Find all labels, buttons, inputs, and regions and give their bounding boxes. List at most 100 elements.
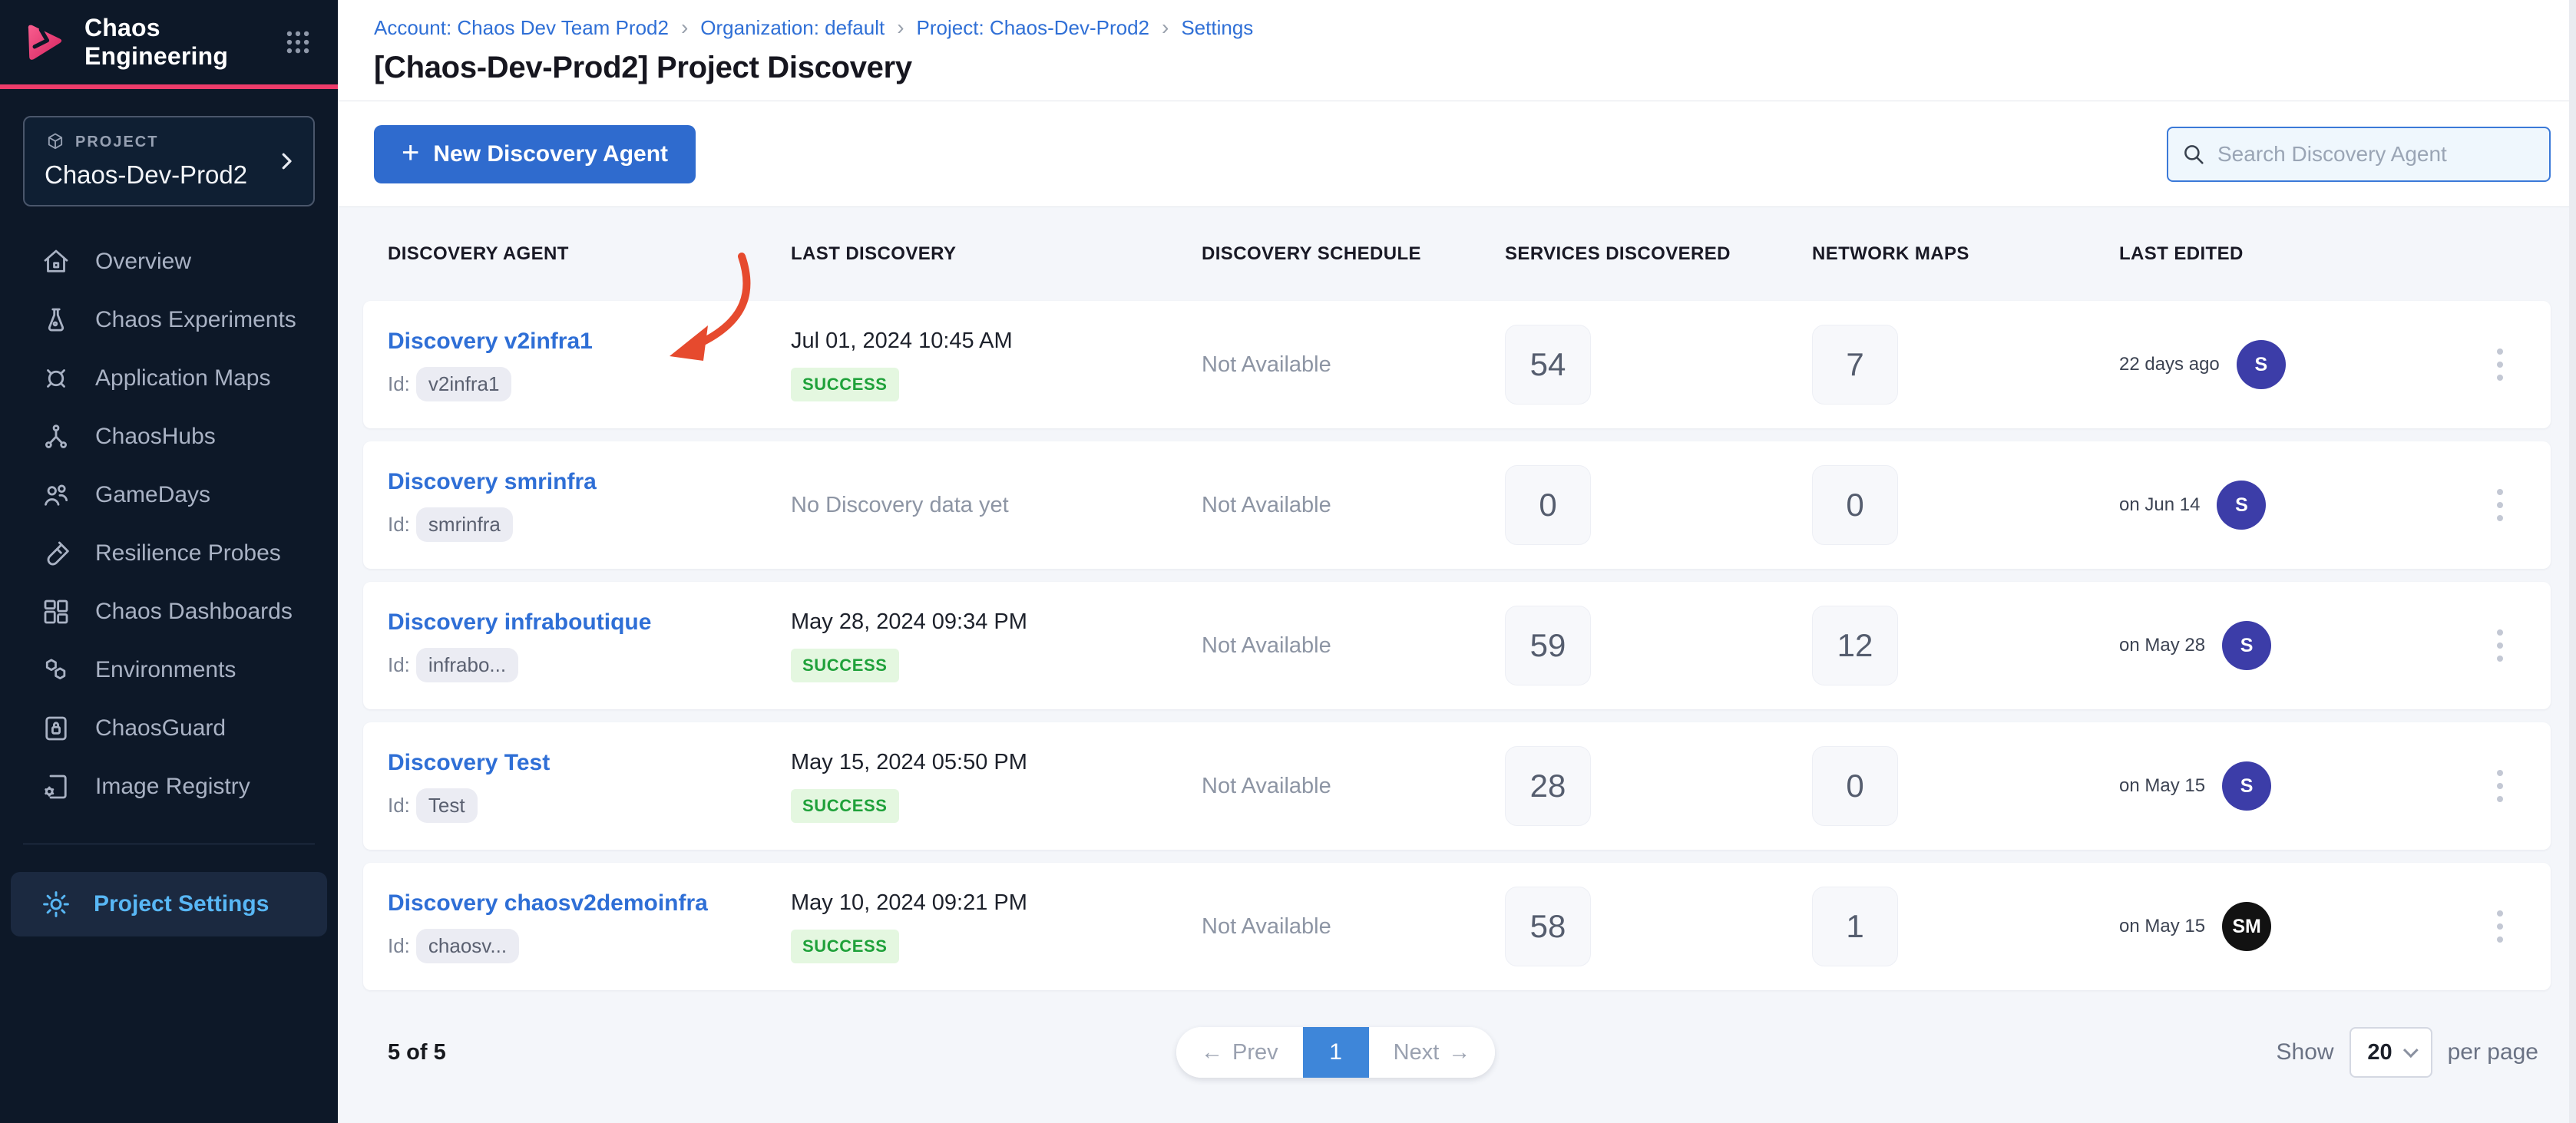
sidebar-item-label: Overview: [95, 249, 191, 275]
project-selector[interactable]: PROJECT Chaos-Dev-Prod2: [23, 116, 315, 206]
services-discovered-count: 54: [1505, 325, 1591, 405]
agent-name-link[interactable]: Discovery v2infra1: [388, 329, 791, 355]
search-input[interactable]: [2167, 127, 2551, 182]
sidebar-item-image-registry[interactable]: Image Registry: [0, 758, 338, 816]
scrollbar-track[interactable]: [2569, 0, 2576, 1123]
page-size-value: 20: [2367, 1040, 2392, 1065]
agent-id-label: Id:: [388, 934, 410, 958]
sidebar-item-gamedays[interactable]: GameDays: [0, 466, 338, 524]
avatar[interactable]: SM: [2222, 902, 2271, 951]
sidebar-item-label: Environments: [95, 657, 236, 683]
last-discovery-date: Jul 01, 2024 10:45 AM: [791, 329, 1202, 354]
agent-name-link[interactable]: Discovery chaosv2demoinfra: [388, 890, 791, 917]
project-name: Chaos-Dev-Prod2: [45, 160, 267, 190]
breadcrumb-link[interactable]: Settings: [1181, 16, 1253, 40]
sidebar-item-application-maps[interactable]: Application Maps: [0, 349, 338, 408]
agent-id-chip: infrabo...: [416, 648, 518, 682]
sidebar-item-project-settings[interactable]: Project Settings: [11, 872, 327, 936]
prev-label: Prev: [1232, 1040, 1278, 1065]
agent-id-label: Id:: [388, 372, 410, 396]
sidebar-item-label: Resilience Probes: [95, 540, 281, 566]
sidebar-nav: Overview Chaos Experiments Application M…: [0, 233, 338, 816]
registry-icon: [40, 771, 72, 803]
toolbar: + New Discovery Agent: [338, 101, 2576, 207]
pager: ← Prev 1 Next →: [1176, 1027, 1495, 1078]
agent-name-link[interactable]: Discovery smrinfra: [388, 469, 791, 495]
status-badge: SUCCESS: [791, 368, 899, 401]
discovery-schedule: Not Available: [1202, 633, 1505, 659]
column-header: SERVICES DISCOVERED: [1505, 243, 1812, 265]
last-discovery-date: May 15, 2024 05:50 PM: [791, 750, 1202, 775]
discovery-schedule: Not Available: [1202, 914, 1505, 940]
services-discovered-count: 59: [1505, 606, 1591, 685]
last-discovery-date: May 10, 2024 09:21 PM: [791, 890, 1202, 916]
breadcrumb-link[interactable]: Project: Chaos-Dev-Prod2: [917, 16, 1149, 40]
probe-icon: [40, 537, 72, 570]
sidebar-item-label: Project Settings: [94, 891, 269, 917]
column-header: LAST EDITED: [2119, 243, 2489, 265]
main-content: Account: Chaos Dev Team Prod2›Organizati…: [338, 0, 2576, 1123]
sidebar-item-overview[interactable]: Overview: [0, 233, 338, 291]
breadcrumb-link[interactable]: Account: Chaos Dev Team Prod2: [374, 16, 669, 40]
discovery-schedule: Not Available: [1202, 352, 1505, 378]
hexagons-icon: [40, 654, 72, 686]
home-icon: [40, 246, 72, 278]
row-menu-button[interactable]: [2489, 481, 2551, 529]
row-menu-button[interactable]: [2489, 341, 2551, 388]
harness-logo-icon: [23, 21, 66, 64]
sidebar-item-label: Image Registry: [95, 774, 250, 800]
avatar[interactable]: S: [2237, 340, 2286, 389]
gear-icon: [40, 888, 72, 920]
page-number-button[interactable]: 1: [1303, 1027, 1369, 1078]
no-discovery-text: No Discovery data yet: [791, 493, 1202, 518]
new-discovery-agent-label: New Discovery Agent: [433, 141, 668, 167]
row-menu-button[interactable]: [2489, 762, 2551, 810]
avatar[interactable]: S: [2222, 621, 2271, 670]
discovery-agents-table: DISCOVERY AGENT LAST DISCOVERY DISCOVERY…: [338, 207, 2576, 1078]
page-header: Account: Chaos Dev Team Prod2›Organizati…: [338, 0, 2576, 101]
row-menu-button[interactable]: [2489, 903, 2551, 950]
sidebar-item-label: Chaos Experiments: [95, 307, 296, 333]
column-header: DISCOVERY AGENT: [388, 243, 791, 265]
row-menu-button[interactable]: [2489, 622, 2551, 669]
agent-id-chip: chaosv...: [416, 929, 519, 963]
agent-id-chip: Test: [416, 788, 478, 823]
sidebar-item-label: Chaos Dashboards: [95, 599, 293, 625]
next-label: Next: [1394, 1040, 1440, 1065]
sidebar-item-chaos-dashboards[interactable]: Chaos Dashboards: [0, 583, 338, 641]
agent-id-label: Id:: [388, 794, 410, 817]
next-page-button[interactable]: Next →: [1369, 1027, 1496, 1078]
page-size-select[interactable]: 20: [2349, 1027, 2432, 1078]
last-discovery-date: May 28, 2024 09:34 PM: [791, 609, 1202, 635]
status-badge: SUCCESS: [791, 649, 899, 682]
network-maps-count: 0: [1812, 465, 1898, 545]
sidebar-item-resilience-probes[interactable]: Resilience Probes: [0, 524, 338, 583]
prev-page-button[interactable]: ← Prev: [1176, 1027, 1303, 1078]
agent-id-chip: smrinfra: [416, 507, 513, 542]
status-badge: SUCCESS: [791, 930, 899, 963]
pagination: 5 of 5 ← Prev 1 Next → Show 20 per page: [363, 1027, 2551, 1078]
sidebar-item-chaoshubs[interactable]: ChaosHubs: [0, 408, 338, 466]
avatar[interactable]: S: [2217, 481, 2266, 530]
agent-name-link[interactable]: Discovery Test: [388, 750, 791, 776]
new-discovery-agent-button[interactable]: + New Discovery Agent: [374, 125, 696, 183]
table-row: Discovery Test Id: Test May 15, 2024 05:…: [363, 722, 2551, 850]
sidebar-item-environments[interactable]: Environments: [0, 641, 338, 699]
app-title: Chaos Engineering: [84, 14, 263, 71]
last-edited-date: on May 15: [2119, 916, 2205, 937]
network-maps-count: 12: [1812, 606, 1898, 685]
table-body: Discovery v2infra1 Id: v2infra1 Jul 01, …: [363, 301, 2551, 990]
module-grid-icon[interactable]: [281, 25, 315, 59]
avatar[interactable]: S: [2222, 761, 2271, 811]
chevron-right-icon[interactable]: [275, 150, 298, 173]
breadcrumb: Account: Chaos Dev Team Prod2›Organizati…: [374, 15, 2545, 40]
services-discovered-count: 28: [1505, 746, 1591, 826]
agent-name-link[interactable]: Discovery infraboutique: [388, 609, 791, 636]
arrow-right-icon: →: [1448, 1040, 1470, 1065]
cube-icon: [45, 131, 66, 153]
sidebar-item-chaos-experiments[interactable]: Chaos Experiments: [0, 291, 338, 349]
agent-id-label: Id:: [388, 653, 410, 677]
page-size-controls: Show 20 per page: [2277, 1027, 2538, 1078]
sidebar-item-chaosguard[interactable]: ChaosGuard: [0, 699, 338, 758]
breadcrumb-link[interactable]: Organization: default: [700, 16, 885, 40]
